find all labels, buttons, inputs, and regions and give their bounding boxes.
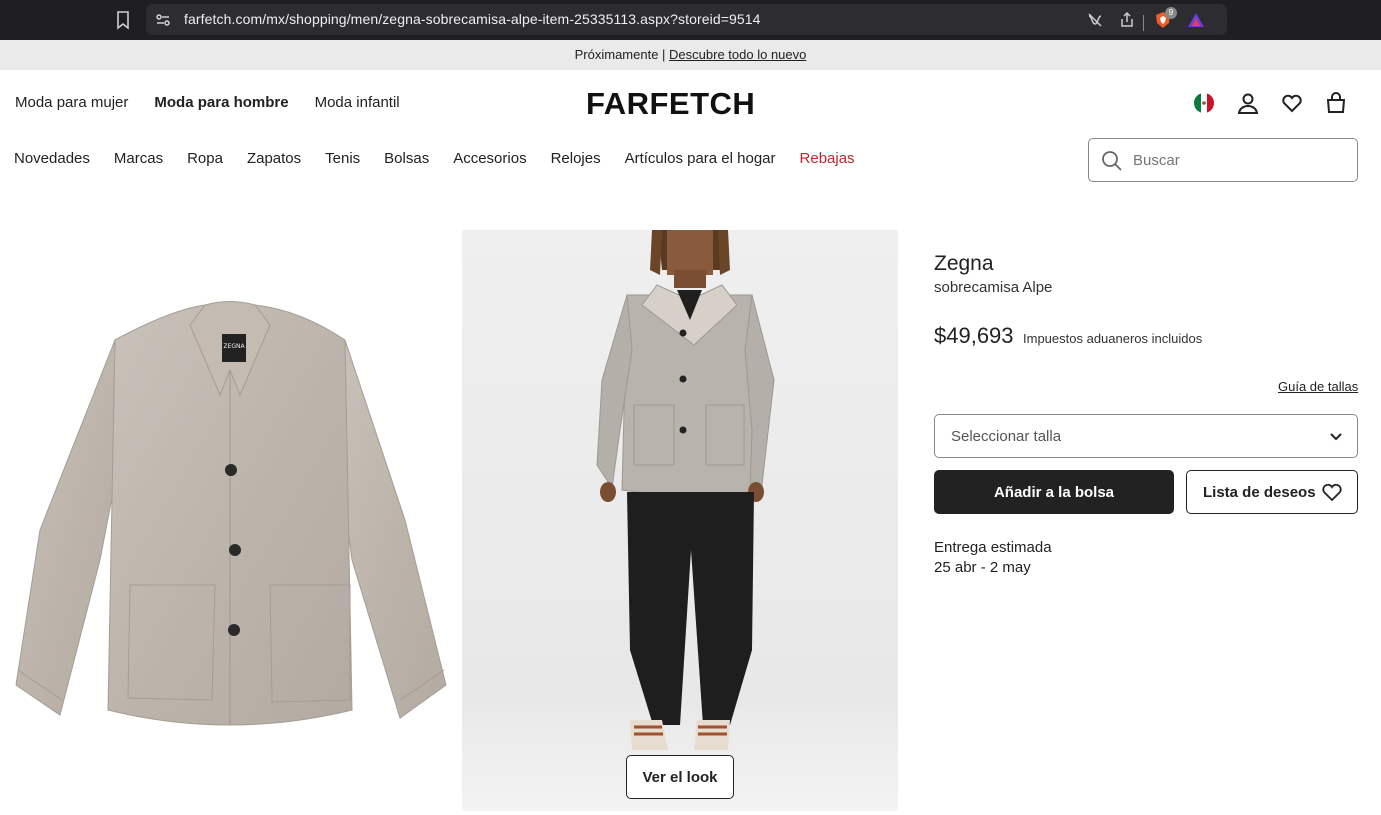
bookmark-icon[interactable] (115, 10, 131, 30)
product-name: sobrecamisa Alpe (934, 279, 1053, 296)
gender-nav: Moda para mujer Moda para hombre Moda in… (15, 94, 400, 111)
category-nav: Novedades Marcas Ropa Zapatos Tenis Bols… (14, 150, 855, 167)
announcement-bar: Próximamente | Descubre todo lo nuevo (0, 40, 1381, 70)
shopping-bag-icon[interactable] (1325, 92, 1347, 114)
heart-icon (1322, 483, 1342, 502)
search-input[interactable] (1133, 149, 1343, 171)
chevron-down-icon (1330, 433, 1342, 441)
farfetch-logo[interactable]: FARFETCH (586, 86, 755, 122)
browser-toolbar: farfetch.com/mx/shopping/men/zegna-sobre… (0, 0, 1381, 40)
add-to-bag-button[interactable]: Añadir a la bolsa (934, 470, 1174, 514)
search-box[interactable] (1088, 138, 1358, 182)
cat-relojes[interactable]: Relojes (551, 150, 601, 167)
shirt-jacket-image: ZEGNA (15, 301, 447, 726)
size-select-value: Seleccionar talla (951, 428, 1062, 445)
reader-mode-icon[interactable] (1086, 11, 1104, 29)
shields-count-badge: 9 (1165, 7, 1177, 19)
wishlist-heart-icon[interactable] (1281, 92, 1303, 114)
url-text[interactable]: farfetch.com/mx/shopping/men/zegna-sobre… (184, 11, 761, 27)
cat-tenis[interactable]: Tenis (325, 150, 360, 167)
nav-women[interactable]: Moda para mujer (15, 94, 128, 111)
delivery-dates: 25 abr - 2 may (934, 559, 1031, 576)
nav-men[interactable]: Moda para hombre (154, 94, 288, 111)
size-select[interactable]: Seleccionar talla (934, 414, 1358, 458)
product-image-front[interactable]: ZEGNA (0, 230, 452, 810)
price-note: Impuestos aduaneros incluidos (1023, 331, 1203, 346)
cat-ropa[interactable]: Ropa (187, 150, 223, 167)
cat-rebajas[interactable]: Rebajas (800, 150, 855, 167)
wishlist-button-label: Lista de deseos (1203, 483, 1316, 501)
divider (1143, 15, 1144, 31)
nav-kids[interactable]: Moda infantil (315, 94, 400, 111)
site-settings-icon[interactable] (154, 11, 172, 29)
announcement-text: Próximamente | (574, 47, 670, 62)
address-bar[interactable]: farfetch.com/mx/shopping/men/zegna-sobre… (146, 4, 1227, 35)
product-brand[interactable]: Zegna (934, 252, 994, 276)
account-icon[interactable] (1237, 92, 1259, 114)
product-image-model[interactable]: Ver el look (462, 230, 898, 811)
wishlist-button[interactable]: Lista de deseos (1186, 470, 1358, 514)
product-price: $49,693 (934, 323, 1014, 348)
cat-bolsas[interactable]: Bolsas (384, 150, 429, 167)
brave-rewards-icon[interactable] (1187, 11, 1205, 29)
search-icon (1102, 151, 1122, 171)
cat-marcas[interactable]: Marcas (114, 150, 163, 167)
cat-zapatos[interactable]: Zapatos (247, 150, 301, 167)
mexico-flag-icon[interactable] (1193, 92, 1215, 114)
delivery-label: Entrega estimada (934, 539, 1052, 556)
announcement-link[interactable]: Descubre todo lo nuevo (669, 47, 806, 62)
share-icon[interactable] (1118, 11, 1136, 29)
cat-accesorios[interactable]: Accesorios (453, 150, 526, 167)
size-guide-link[interactable]: Guía de tallas (1278, 379, 1358, 394)
cat-novedades[interactable]: Novedades (14, 150, 90, 167)
brand-tag-text: ZEGNA (223, 343, 245, 350)
cat-hogar[interactable]: Artículos para el hogar (625, 150, 776, 167)
model-image (596, 230, 775, 750)
view-look-button[interactable]: Ver el look (626, 755, 734, 799)
